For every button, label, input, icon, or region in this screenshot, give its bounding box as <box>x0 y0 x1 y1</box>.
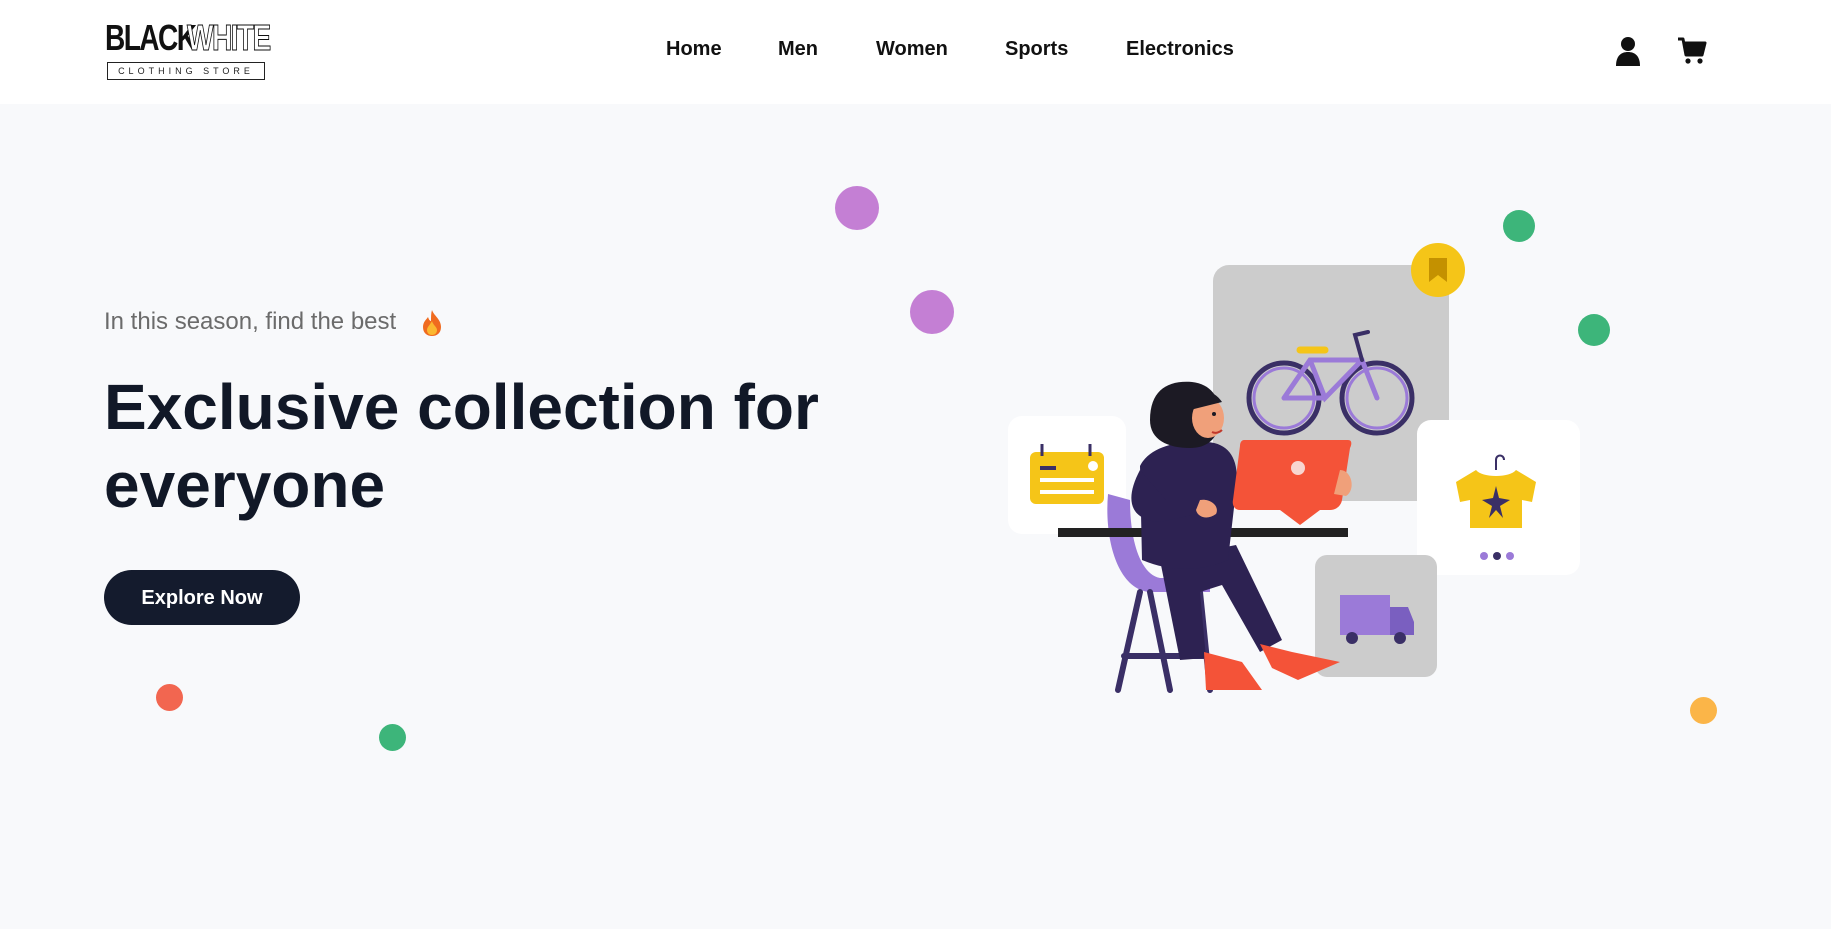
shopping-illustration <box>1008 243 1580 693</box>
